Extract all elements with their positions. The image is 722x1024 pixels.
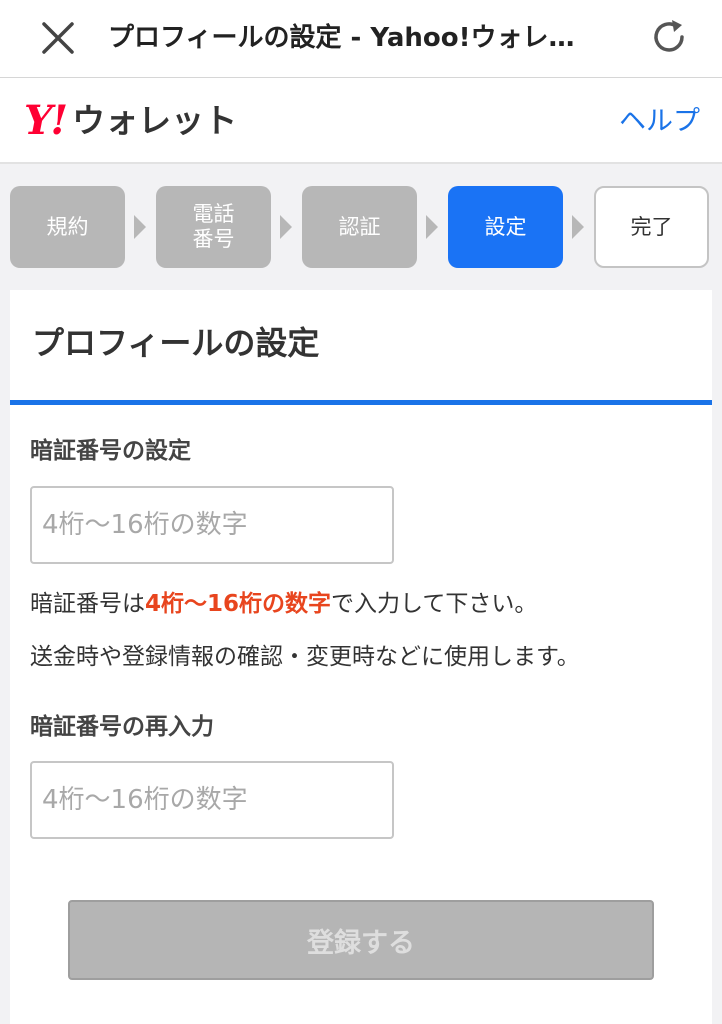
reload-icon[interactable] — [646, 14, 692, 60]
card-title: プロフィールの設定 — [32, 324, 320, 362]
step-arrow-icon — [572, 215, 584, 239]
step-arrow-icon — [280, 215, 292, 239]
pin-note: 暗証番号は4桁〜16桁の数字で入力して下さい。 — [30, 587, 537, 621]
step-label: 完了 — [630, 214, 673, 239]
step-2: 電話 番号 — [156, 186, 271, 268]
step-4: 設定 — [448, 186, 563, 268]
step-label: 規約 — [46, 214, 89, 239]
browser-top-bar: プロフィールの設定 - Yahoo!ウォレ… — [0, 0, 722, 78]
step-1: 規約 — [10, 186, 125, 268]
step-arrow-icon — [426, 215, 438, 239]
pin-confirm-input[interactable] — [30, 761, 394, 839]
pin-usage-note: 送金時や登録情報の確認・変更時などに使用します。 — [30, 644, 580, 670]
step-3: 認証 — [302, 186, 417, 268]
step-arrow-icon — [134, 215, 146, 239]
app-header: Y! ウォレット ヘルプ — [0, 78, 722, 164]
step-label: 電話 番号 — [192, 202, 235, 251]
pin-input[interactable] — [30, 486, 394, 564]
title-divider — [10, 400, 712, 405]
logo-text: ウォレット — [72, 101, 238, 140]
page-title-bar: プロフィールの設定 - Yahoo!ウォレ… — [108, 23, 575, 53]
pin-confirm-label: 暗証番号の再入力 — [30, 714, 214, 740]
step-5: 完了 — [594, 186, 709, 268]
close-icon[interactable] — [36, 16, 80, 60]
profile-settings-card: プロフィールの設定 暗証番号の設定 暗証番号は4桁〜16桁の数字で入力して下さい… — [10, 290, 712, 1024]
pin-note-suffix: で入力して下さい。 — [331, 591, 538, 617]
pin-note-highlight: 4桁〜16桁の数字 — [145, 591, 332, 617]
step-label: 設定 — [484, 214, 527, 239]
yahoo-wallet-logo[interactable]: Y! ウォレット — [24, 96, 237, 146]
help-link[interactable]: ヘルプ — [619, 102, 700, 142]
register-button[interactable]: 登録する — [68, 900, 654, 980]
step-indicator: 規約 電話 番号 認証 設定 完了 — [10, 186, 712, 268]
logo-mark: Y! — [24, 97, 68, 144]
pin-label: 暗証番号の設定 — [30, 438, 191, 464]
pin-note-prefix: 暗証番号は — [30, 591, 145, 617]
step-label: 認証 — [338, 214, 381, 239]
